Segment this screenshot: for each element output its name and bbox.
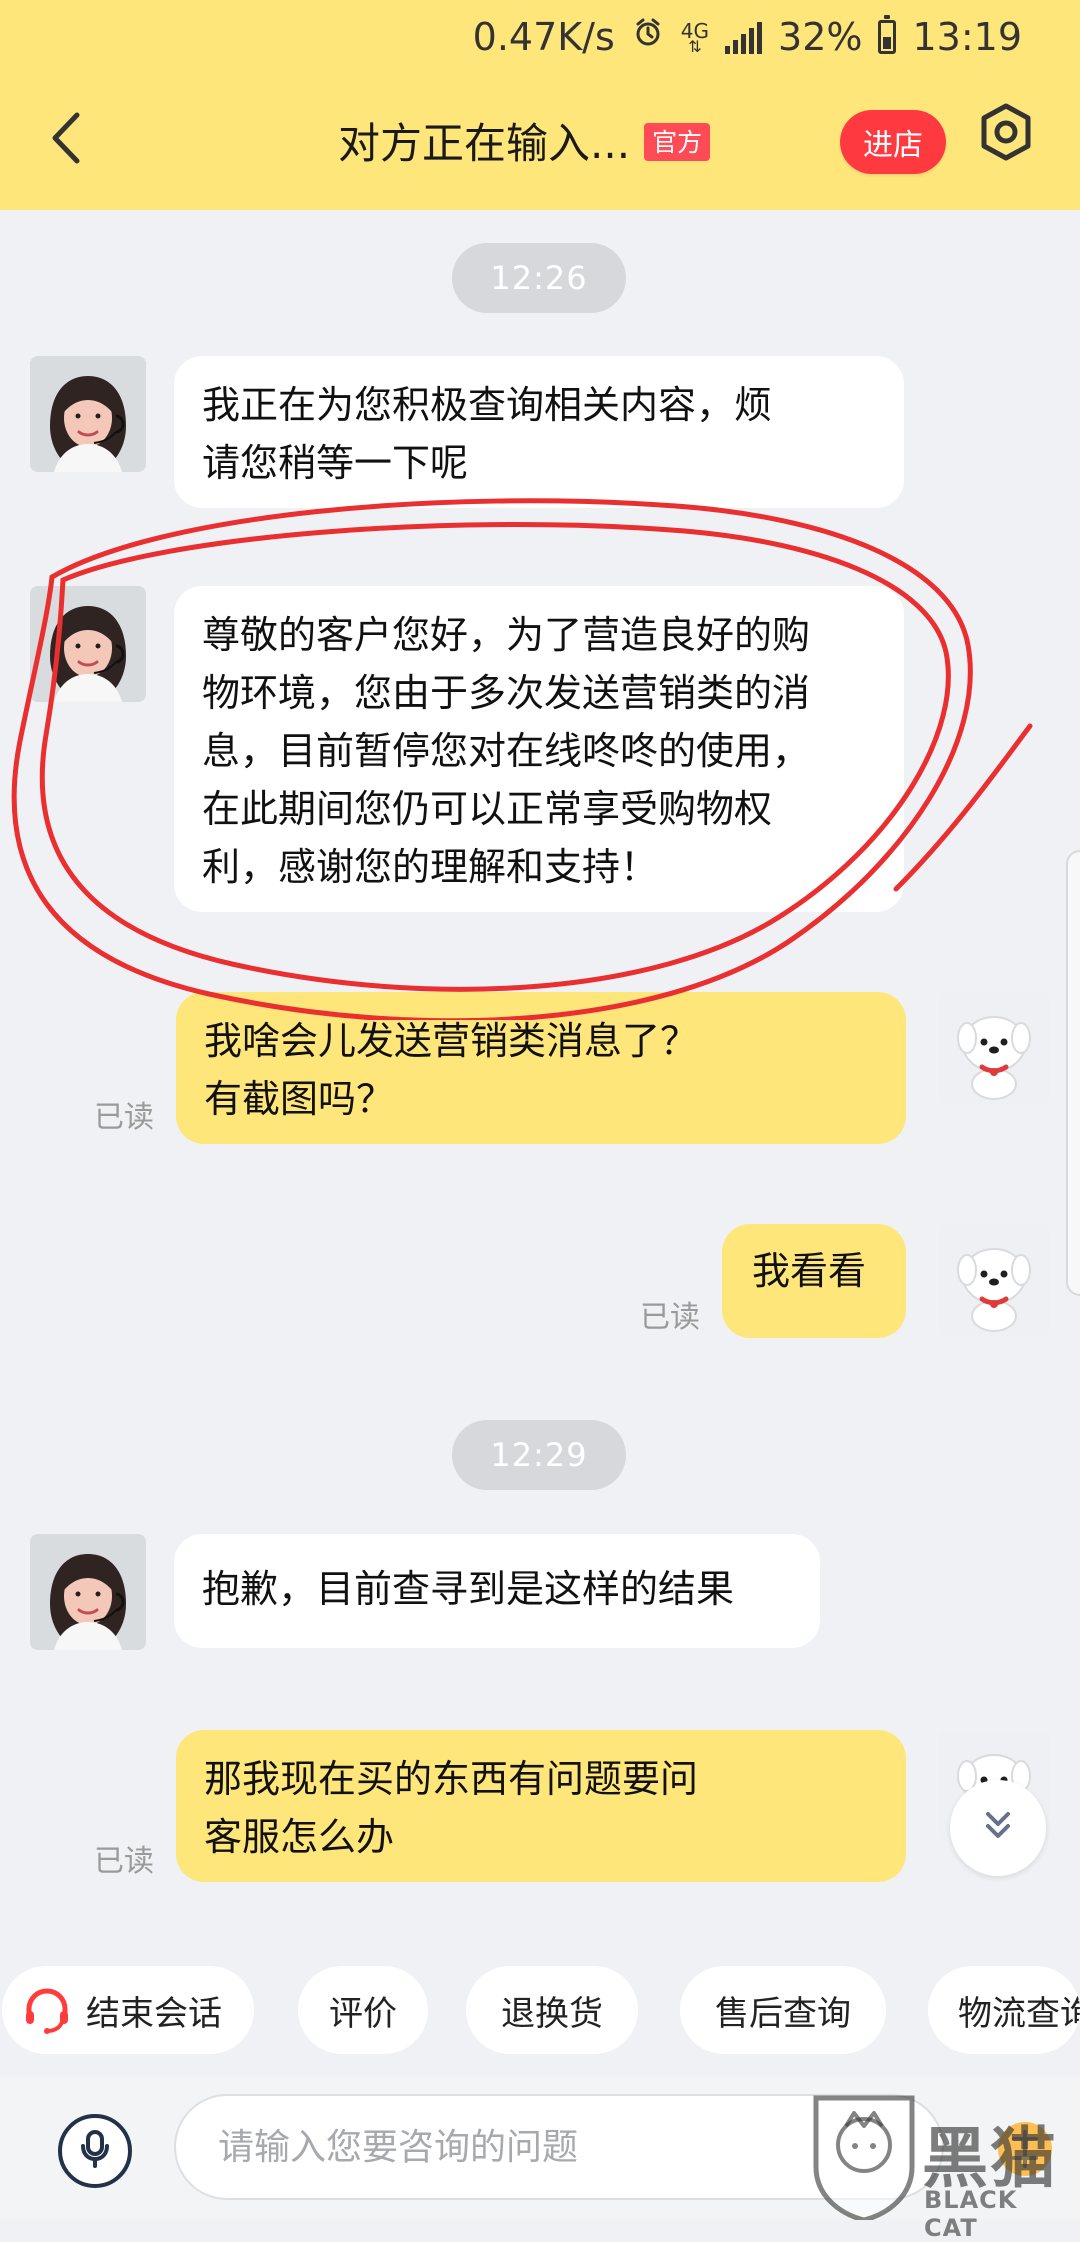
message-input-bar (0, 2076, 1080, 2220)
message-bubble-user: 我啥会儿发送营销类消息了？ 有截图吗？ (176, 992, 906, 1144)
message-bubble-user: 我看看 (722, 1224, 906, 1338)
message-line: 有截图吗？ (204, 1077, 395, 1121)
logistics-query-chip[interactable]: 物流查询 (928, 1966, 1080, 2054)
message-bubble-agent: 尊敬的客户您好，为了营造良好的购 物环境，您由于多次发送营销类的消 息，目前暂停… (174, 586, 904, 912)
scroll-down-button[interactable] (950, 1780, 1046, 1876)
header-title-group: 对方正在输入... 官方 (338, 110, 711, 170)
message-bubble-user: 那我现在买的东西有问题要问 客服怎么办 (176, 1730, 906, 1882)
read-status: 已读 (94, 1100, 154, 1135)
side-scroll-handle[interactable] (1066, 850, 1080, 1296)
return-exchange-chip[interactable]: 退换货 (466, 1966, 638, 2054)
network-type: 4G ⇅ (680, 18, 710, 56)
message-bubble-agent: 抱歉，目前查寻到是这样的结果 (174, 1534, 820, 1648)
message-input[interactable] (174, 2094, 944, 2200)
review-chip[interactable]: 评价 (298, 1966, 428, 2054)
quick-action-label: 售后查询 (715, 1993, 851, 2034)
read-status: 已读 (640, 1300, 700, 1335)
voice-input-button[interactable] (58, 2114, 132, 2188)
microphone-icon (78, 2128, 112, 2174)
quick-actions-bar: 结束会话 评价 退换货 售后查询 物流查询 (0, 1966, 1080, 2054)
message-line: 息，目前暂停您对在线咚咚的使用， (202, 729, 811, 773)
back-button[interactable] (30, 104, 102, 176)
message-line: 抱歉，目前查寻到是这样的结果 (202, 1567, 735, 1611)
agent-avatar (30, 356, 146, 472)
settings-button[interactable] (972, 100, 1040, 168)
message-line: 我看看 (752, 1249, 867, 1293)
quick-action-label: 评价 (329, 1993, 397, 2034)
quick-action-label: 退换货 (501, 1993, 603, 2034)
message-line: 请您稍等一下呢 (202, 441, 469, 485)
signal-icon (725, 20, 763, 54)
end-chat-chip[interactable]: 结束会话 (2, 1966, 254, 2054)
battery-level: 32% (778, 15, 863, 59)
message-bubble-agent: 我正在为您积极查询相关内容，烦 请您稍等一下呢 (174, 356, 904, 508)
user-avatar (938, 992, 1050, 1104)
chat-timestamp: 12:26 (452, 243, 626, 313)
page-title: 对方正在输入... (338, 118, 631, 168)
battery-icon (878, 15, 897, 54)
message-line: 我正在为您积极查询相关内容，烦 (202, 383, 773, 427)
chevron-left-icon (46, 111, 86, 169)
message-line: 我啥会儿发送营销类消息了？ (204, 1019, 699, 1063)
quick-action-label: 结束会话 (86, 1993, 222, 2034)
clock: 13:19 (912, 15, 1022, 59)
headset-icon (20, 1983, 74, 2037)
double-chevron-down-icon (978, 1806, 1018, 1850)
message-line: 那我现在买的东西有问题要问 (204, 1757, 699, 1801)
message-line: 客服怎么办 (204, 1815, 395, 1859)
status-bar: 0.47K/s 4G ⇅ 32% 13:19 (473, 12, 1022, 62)
message-line: 物环境，您由于多次发送营销类的消 (202, 671, 811, 715)
after-sales-query-chip[interactable]: 售后查询 (680, 1966, 886, 2054)
hexagon-settings-icon (975, 101, 1037, 167)
alarm-icon (631, 15, 665, 59)
enter-shop-button[interactable]: 进店 (840, 110, 946, 174)
quick-action-label: 物流查询 (958, 1993, 1080, 2034)
chat-timestamp: 12:29 (452, 1420, 626, 1490)
agent-avatar (30, 1534, 146, 1650)
message-line: 在此期间您仍可以正常享受购物权 (202, 787, 773, 831)
message-line: 利，感谢您的理解和支持！ (202, 845, 659, 889)
message-line: 尊敬的客户您好，为了营造良好的购 (202, 613, 811, 657)
chat-header: 对方正在输入... 官方 进店 (0, 86, 1080, 194)
read-status: 已读 (94, 1844, 154, 1879)
agent-avatar (30, 586, 146, 702)
network-speed: 0.47K/s (472, 15, 615, 59)
top-bar: 0.47K/s 4G ⇅ 32% 13:19 对方正在输入... 官方 进店 (0, 0, 1080, 210)
user-avatar (938, 1224, 1050, 1336)
official-badge: 官方 (644, 123, 711, 161)
